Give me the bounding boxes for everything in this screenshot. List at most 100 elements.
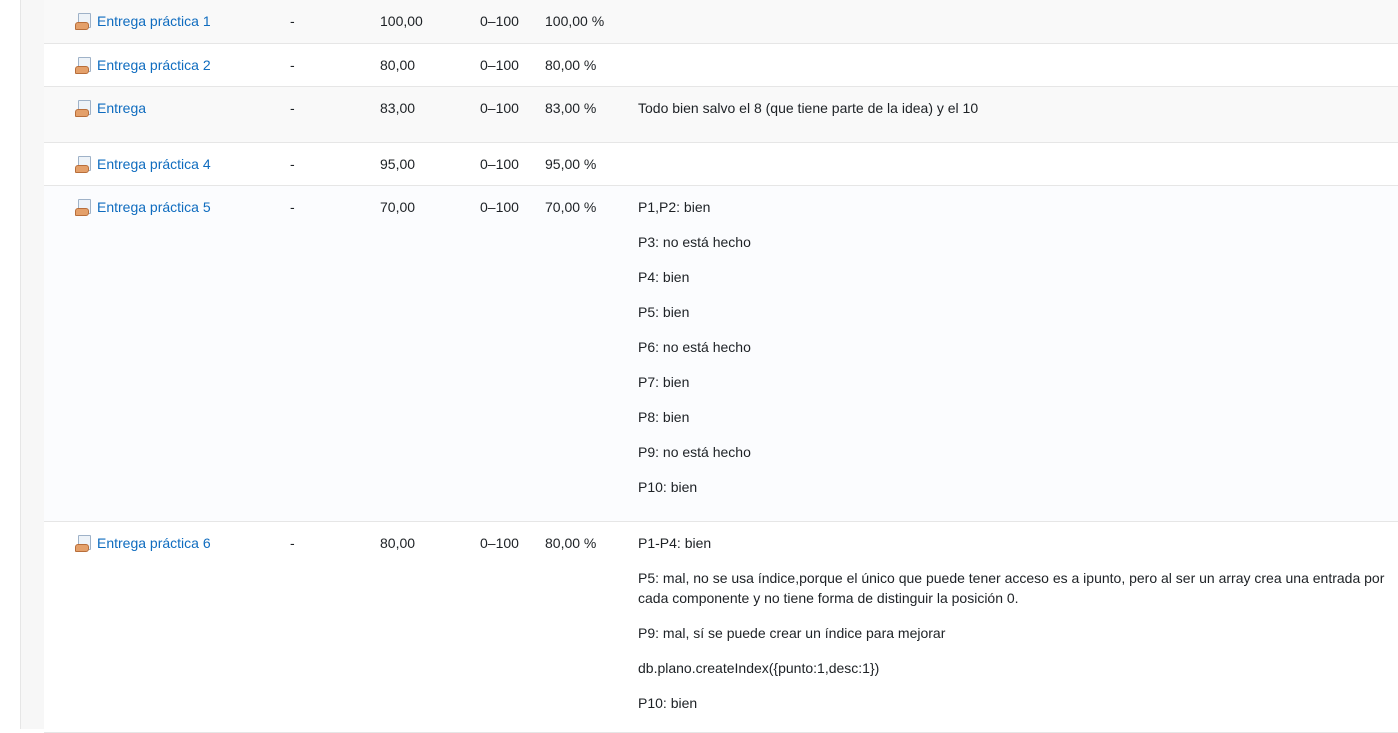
table-row: Entrega práctica 6 - 80,00 0–100 80,00 % P1-P… [44, 521, 1398, 732]
grade-value: 83,00 [380, 99, 416, 116]
percentage-value: 80,00 % [545, 56, 597, 73]
feedback-line: P5: mal, no se usa índice,porque el únic… [638, 569, 1385, 606]
weight-cell: - [280, 185, 380, 521]
table-row: Entrega práctica 1 - 100,00 0–100 100,00 % [44, 0, 1398, 43]
feedback-line: P1-P4: bien [638, 534, 712, 551]
feedback-line: P10: bien [638, 478, 698, 495]
weight-value: - [290, 534, 295, 551]
range-value: 0–100 [480, 534, 519, 551]
percentage-cell: 83,00 % [545, 86, 638, 142]
feedback-cell: P1,P2: bien P3: no está hecho P4: bien P5: … [638, 185, 1398, 521]
gradebook-view: Entrega práctica 1-100,00 0–100 100,00 % En… [0, 0, 1398, 732]
feedback-line: P4: bien [638, 268, 690, 285]
percentage-cell: 100,00 % [545, 0, 638, 43]
feedback-cell [638, 43, 1398, 86]
table-row: Entrega práctica 2 - 80,00 0–100 80,00 % [44, 43, 1398, 86]
grade-item-link[interactable]: Entrega práctica 6 [97, 533, 211, 553]
table-row: Entrega - 83,00 0–100 83,00 % Todo bien salvo… [44, 86, 1398, 142]
feedback-line: P3: no está hecho [638, 233, 751, 250]
left-gutter [0, 0, 21, 729]
percentage-value: 95,00 % [545, 155, 597, 172]
grade-cell: 100,00 [380, 0, 480, 43]
feedback-line: db.plano.createIndex({punto:1,desc:1}) [638, 659, 880, 676]
grade-item-cell: Entrega práctica 5 [44, 185, 280, 521]
percentage-cell: 80,00 % [545, 43, 638, 86]
feedback-line: P6: no está hecho [638, 338, 751, 355]
range-cell: 0–100 [480, 142, 545, 185]
feedback-line: P7: bien [638, 373, 690, 390]
grade-value: 95,00 [380, 155, 416, 172]
range-cell: 0–100 [480, 185, 545, 521]
grade-item-link[interactable]: Entrega práctica 4 [97, 154, 211, 174]
percentage-cell: 70,00 % [545, 185, 638, 521]
range-cell: 0–100 [480, 0, 545, 43]
range-cell: 0–100 [480, 43, 545, 86]
assignment-icon [75, 198, 92, 216]
range-value: 0–100 [480, 56, 519, 73]
grade-value: 80,00 [380, 534, 416, 551]
feedback-text: P1-P4: bien P5: mal, no se usa índice,por… [638, 533, 1386, 713]
assignment-icon [75, 13, 92, 30]
percentage-value: 70,00 % [545, 198, 597, 215]
grade-cell: 95,00 [380, 142, 480, 185]
weight-value: - [290, 198, 295, 215]
range-value: 0–100 [480, 13, 519, 29]
range-value: 0–100 [480, 155, 519, 172]
feedback-line: P8: bien [638, 408, 690, 425]
range-value: 0–100 [480, 99, 519, 116]
feedback-line: P1,P2: bien [638, 198, 711, 215]
assignment-icon [75, 99, 92, 117]
feedback-line: Todo bien salvo el 8 (que tiene parte de… [638, 99, 979, 116]
percentage-value: 80,00 % [545, 534, 597, 551]
weight-cell: - [280, 142, 380, 185]
grade-item-link[interactable]: Entrega práctica 5 [97, 197, 211, 217]
percentage-value: 83,00 % [545, 99, 597, 116]
grade-item-cell: Entrega práctica 2 [44, 43, 280, 86]
grade-cell: 83,00 [380, 86, 480, 142]
grade-cell: 70,00 [380, 185, 480, 521]
feedback-line: P5: bien [638, 303, 690, 320]
feedback-cell [638, 0, 1398, 43]
weight-value: - [290, 13, 295, 29]
feedback-text: Todo bien salvo el 8 (que tiene parte de… [638, 98, 1386, 118]
assignment-icon [75, 56, 92, 74]
grade-item-cell: Entrega práctica 1 [44, 0, 280, 43]
grade-item-link[interactable]: Entrega práctica 2 [97, 55, 211, 75]
feedback-text: P1,P2: bien P3: no está hecho P4: bien P5: … [638, 197, 1386, 497]
range-value: 0–100 [480, 198, 519, 215]
table-row: Entrega práctica 5 - 70,00 0–100 70,00 % P1,P… [44, 185, 1398, 521]
range-cell: 0–100 [480, 86, 545, 142]
percentage-cell: 95,00 % [545, 142, 638, 185]
grade-item-cell: Entrega [44, 86, 280, 142]
feedback-line: P10: bien [638, 694, 698, 711]
weight-value: - [290, 99, 295, 116]
weight-value: - [290, 155, 295, 172]
weight-cell: - [280, 43, 380, 86]
assignment-icon [75, 155, 92, 173]
grade-item-link[interactable]: Entrega [97, 98, 146, 118]
weight-cell: - [280, 521, 380, 732]
grade-cell: 80,00 [380, 521, 480, 732]
grade-item-cell: Entrega práctica 4 [44, 142, 280, 185]
feedback-line: P9: mal, sí se puede crear un índice par… [638, 624, 946, 641]
assignment-icon [75, 534, 92, 552]
weight-value: - [290, 56, 295, 73]
grade-value: 70,00 [380, 198, 416, 215]
table-row: Entrega práctica 4 - 95,00 0–100 95,00 % [44, 142, 1398, 185]
feedback-cell: P1-P4: bien P5: mal, no se usa índice,por… [638, 521, 1398, 732]
range-cell: 0–100 [480, 521, 545, 732]
percentage-value: 100,00 % [545, 13, 605, 29]
weight-cell: - [280, 86, 380, 142]
grade-value: 80,00 [380, 56, 416, 73]
feedback-cell [638, 142, 1398, 185]
percentage-cell: 80,00 % [545, 521, 638, 732]
grade-table-body: Entrega práctica 1-100,00 0–100 100,00 % En… [44, 0, 1398, 732]
grade-cell: 80,00 [380, 43, 480, 86]
grade-item-cell: Entrega práctica 6 [44, 521, 280, 732]
grade-item-link[interactable]: Entrega práctica 1 [97, 11, 211, 31]
feedback-line: P9: no está hecho [638, 443, 751, 460]
weight-cell: - [280, 0, 380, 43]
feedback-cell: Todo bien salvo el 8 (que tiene parte de… [638, 86, 1398, 142]
user-grade-table: Entrega práctica 1-100,00 0–100 100,00 % En… [44, 0, 1398, 733]
grade-value: 100,00 [380, 13, 423, 29]
